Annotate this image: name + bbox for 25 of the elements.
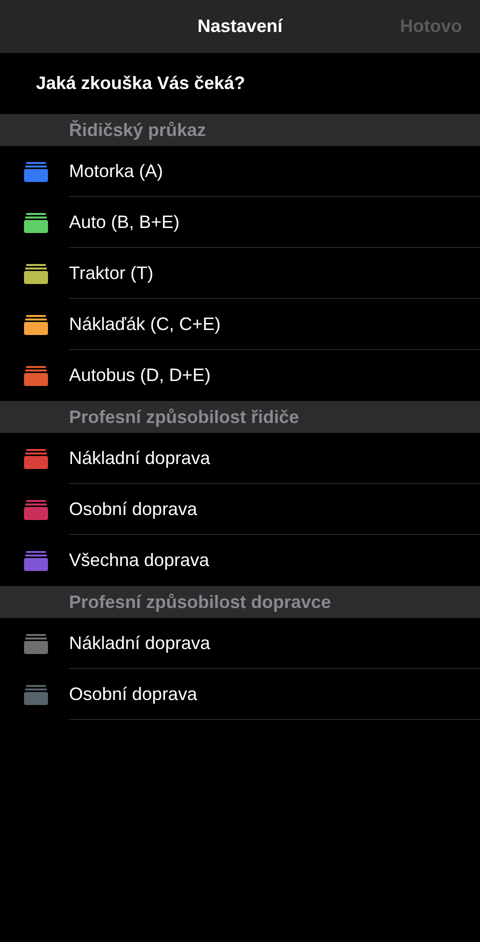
list-item[interactable]: Osobní doprava — [0, 484, 480, 535]
item-label: Auto (B, B+E) — [69, 210, 180, 234]
list-item[interactable]: Osobní doprava — [0, 669, 480, 720]
list-item[interactable]: Nákladní doprava — [0, 618, 480, 669]
list-item[interactable]: Motorka (A) — [0, 146, 480, 197]
question-heading: Jaká zkouška Vás čeká? — [36, 72, 246, 95]
item-label: Motorka (A) — [69, 160, 164, 183]
item-label: Nákladní doprava — [69, 632, 210, 655]
list-item[interactable]: Autobus (D, D+E) — [0, 350, 480, 401]
item-label: Osobní doprava — [69, 498, 198, 521]
item-label: Nákladní doprava — [69, 446, 210, 470]
section-title: Profesní způsobilost řidiče — [69, 406, 300, 429]
nav-title: Nastavení — [197, 15, 283, 38]
list-item[interactable]: Náklaďák (C, C+E) — [0, 299, 480, 350]
list-item[interactable]: Traktor (T) — [0, 248, 480, 299]
item-label: Náklaďák (C, C+E) — [69, 312, 221, 336]
item-label: Všechna doprava — [69, 549, 210, 572]
list-item[interactable]: Všechna doprava — [0, 535, 480, 586]
item-label: Autobus (D, D+E) — [69, 364, 211, 387]
item-label: Traktor (T) — [69, 262, 154, 285]
list-item[interactable]: Auto (B, B+E) — [0, 197, 480, 248]
section-title: Řidičský průkaz — [69, 118, 206, 142]
item-label: Osobní doprava — [69, 682, 198, 706]
section-title: Profesní způsobilost dopravce — [69, 590, 332, 614]
list-item[interactable]: Nákladní doprava — [0, 433, 480, 484]
